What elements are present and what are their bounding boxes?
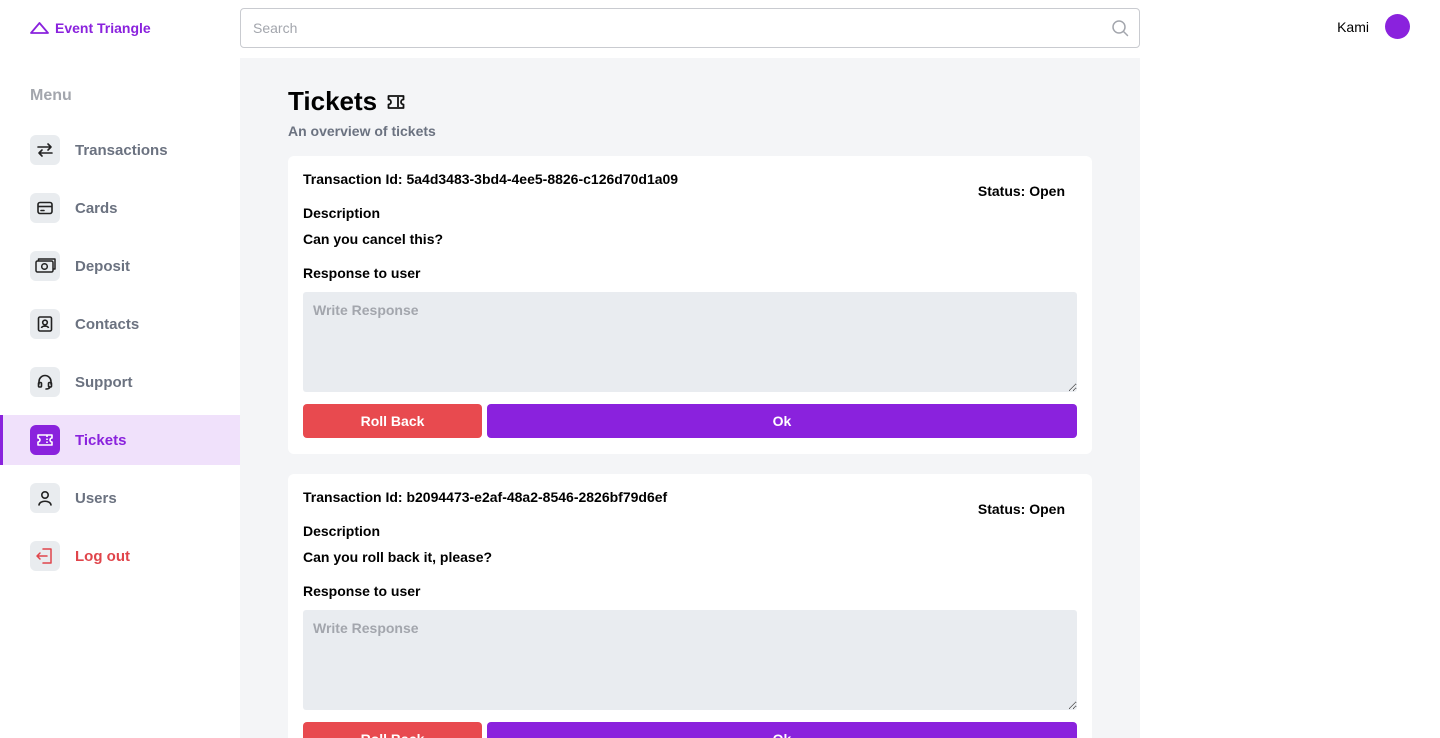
sidebar-item-contacts[interactable]: Contacts xyxy=(0,299,240,349)
logout-icon xyxy=(30,541,60,571)
sidebar-item-label: Transactions xyxy=(75,141,168,159)
description-label: Description xyxy=(303,523,381,539)
sidebar-item-transactions[interactable]: Transactions xyxy=(0,125,240,175)
status-badge: Status: Open xyxy=(977,501,1065,517)
sidebar: Menu Transactions Cards Deposit Contacts… xyxy=(0,58,240,589)
search-input[interactable] xyxy=(241,9,1139,47)
sidebar-item-support[interactable]: Support xyxy=(0,357,240,407)
response-textarea[interactable] xyxy=(303,292,1077,392)
transaction-id: Transaction Id: b2094473-e2af-48a2-8546-… xyxy=(303,489,668,505)
sidebar-item-users[interactable]: Users xyxy=(0,473,240,523)
page-header: Tickets An overview of tickets xyxy=(288,86,436,139)
sidebar-item-label: Support xyxy=(75,373,133,391)
main-content: Tickets An overview of tickets Transacti… xyxy=(240,58,1140,738)
search-bar xyxy=(240,8,1140,48)
menu-title: Menu xyxy=(30,87,72,104)
arrows-swap-icon xyxy=(30,135,60,165)
roll-back-button[interactable]: Roll Back xyxy=(303,722,482,738)
credit-card-icon xyxy=(30,193,60,223)
page-title: Tickets xyxy=(288,86,436,117)
user-name: Kami xyxy=(1337,18,1369,35)
ticket-card: Transaction Id: b2094473-e2af-48a2-8546-… xyxy=(288,474,1092,738)
brand-name: Event Triangle xyxy=(55,20,151,36)
sidebar-item-label: Users xyxy=(75,489,117,507)
roll-back-button[interactable]: Roll Back xyxy=(303,404,482,438)
sidebar-item-logout[interactable]: Log out xyxy=(0,531,240,581)
ok-button[interactable]: Ok xyxy=(487,722,1077,738)
description-label: Description xyxy=(303,205,381,221)
response-textarea[interactable] xyxy=(303,610,1077,710)
ok-button[interactable]: Ok xyxy=(487,404,1077,438)
page-title-text: Tickets xyxy=(288,86,378,116)
sidebar-item-label: Tickets xyxy=(75,431,127,449)
user-menu[interactable]: Kami xyxy=(1337,14,1410,39)
sidebar-item-tickets[interactable]: Tickets xyxy=(0,415,240,465)
user-icon xyxy=(30,483,60,513)
triangle-logo-icon xyxy=(30,22,49,34)
page-subtitle: An overview of tickets xyxy=(288,123,436,139)
description-text: Can you roll back it, please? xyxy=(303,549,493,565)
sidebar-item-cards[interactable]: Cards xyxy=(0,183,240,233)
sidebar-item-label: Contacts xyxy=(75,315,140,333)
sidebar-item-deposit[interactable]: Deposit xyxy=(0,241,240,291)
ticket-icon xyxy=(30,425,60,455)
ticket-card: Transaction Id: 5a4d3483-3bd4-4ee5-8826-… xyxy=(288,156,1092,454)
sidebar-item-label: Deposit xyxy=(75,257,131,275)
ticket-icon xyxy=(387,94,405,109)
sidebar-item-label: Cards xyxy=(75,199,118,217)
sidebar-item-label: Log out xyxy=(75,547,130,565)
avatar[interactable] xyxy=(1385,14,1410,39)
response-label: Response to user xyxy=(303,583,421,599)
search-icon[interactable] xyxy=(1111,19,1129,37)
brand-logo[interactable]: Event Triangle xyxy=(30,20,151,36)
response-label: Response to user xyxy=(303,265,421,281)
headset-icon xyxy=(30,367,60,397)
status-badge: Status: Open xyxy=(977,183,1065,199)
transaction-id: Transaction Id: 5a4d3483-3bd4-4ee5-8826-… xyxy=(303,171,679,187)
description-text: Can you cancel this? xyxy=(303,231,444,247)
cash-icon xyxy=(30,251,60,281)
contact-book-icon xyxy=(30,309,60,339)
